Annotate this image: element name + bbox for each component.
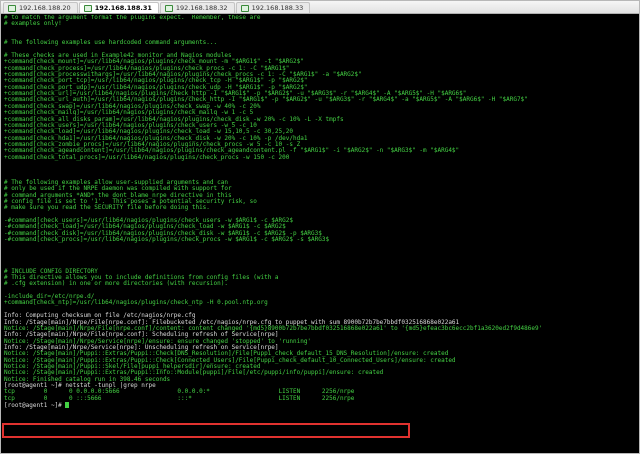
- terminal-icon: [240, 4, 249, 12]
- terminal-window: 192.168.188.20 192.168.188.31 192.168.18…: [0, 0, 640, 454]
- session-tab-label: 192.168.188.31: [94, 4, 152, 12]
- session-tab-192-168-188-33[interactable]: 192.168.188.33: [235, 2, 311, 13]
- terminal-cursor: [65, 401, 70, 408]
- terminal-output[interactable]: # to match the argument format the plugi…: [4, 15, 639, 453]
- session-tab-bar: 192.168.188.20 192.168.188.31 192.168.18…: [1, 1, 639, 14]
- session-tab-label: 192.168.188.32: [175, 4, 228, 12]
- terminal-icon: [8, 4, 16, 12]
- session-tab-label: 192.168.188.20: [19, 4, 71, 12]
- session-tab-label: 192.168.188.33: [251, 4, 304, 12]
- netstat-result-highlight-box: [2, 423, 410, 438]
- terminal-icon: [164, 4, 173, 12]
- session-tab-192-168-188-20[interactable]: 192.168.188.20: [3, 2, 78, 13]
- session-tab-192-168-188-32[interactable]: 192.168.188.32: [159, 2, 235, 13]
- session-tab-192-168-188-31[interactable]: 192.168.188.31: [78, 2, 159, 13]
- terminal-icon: [83, 4, 92, 12]
- terminal-line: [root@agent1 ~]#: [4, 401, 639, 409]
